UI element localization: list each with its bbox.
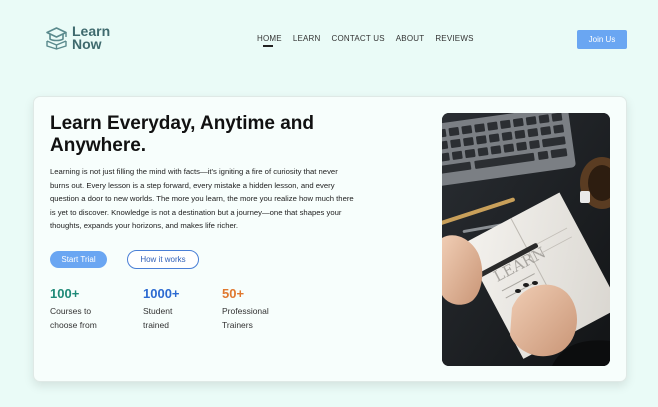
hero-photo: LEARN — [442, 113, 610, 366]
hero-card: Learn Everyday, Anytime and Anywhere. Le… — [33, 96, 627, 382]
start-trial-button[interactable]: Start Trial — [50, 251, 107, 268]
logo[interactable]: Learn Now — [45, 24, 110, 52]
join-us-button[interactable]: Join Us — [577, 30, 627, 49]
stat-trainers-value: 50+ — [222, 286, 245, 301]
nav-contact-us[interactable]: CONTACT US — [332, 34, 385, 43]
nav-home[interactable]: HOME — [257, 34, 282, 47]
landing-page: Learn Now HOME LEARN CONTACT US ABOUT RE… — [0, 0, 658, 407]
hero-description: Learning is not just filling the mind wi… — [50, 167, 354, 230]
main-nav: HOME LEARN CONTACT US ABOUT REVIEWS — [257, 34, 485, 47]
stat-students-value: 1000+ — [143, 286, 180, 301]
nav-learn[interactable]: LEARN — [293, 34, 321, 43]
stat-trainers-label: Professional Trainers — [222, 306, 269, 330]
stat-students-label: Student trained — [143, 306, 173, 330]
nav-about[interactable]: ABOUT — [396, 34, 425, 43]
graduation-cap-book-icon — [46, 27, 67, 50]
stat-students: 1000+ Student trained — [143, 286, 188, 332]
nav-reviews[interactable]: REVIEWS — [435, 34, 473, 43]
logo-text: Learn Now — [72, 24, 110, 52]
logo-line2: Now — [72, 36, 102, 52]
stat-courses: 100+ Courses to choose from — [50, 286, 110, 332]
stat-courses-label: Courses to choose from — [50, 306, 97, 330]
hands-writing-in-notebook-with-keyboard-photo: LEARN — [442, 113, 610, 366]
stat-trainers: 50+ Professional Trainers — [222, 286, 282, 332]
hero-title: Learn Everyday, Anytime and Anywhere. — [50, 113, 314, 156]
how-it-works-button[interactable]: How it works — [127, 250, 199, 269]
stat-courses-value: 100+ — [50, 286, 80, 301]
